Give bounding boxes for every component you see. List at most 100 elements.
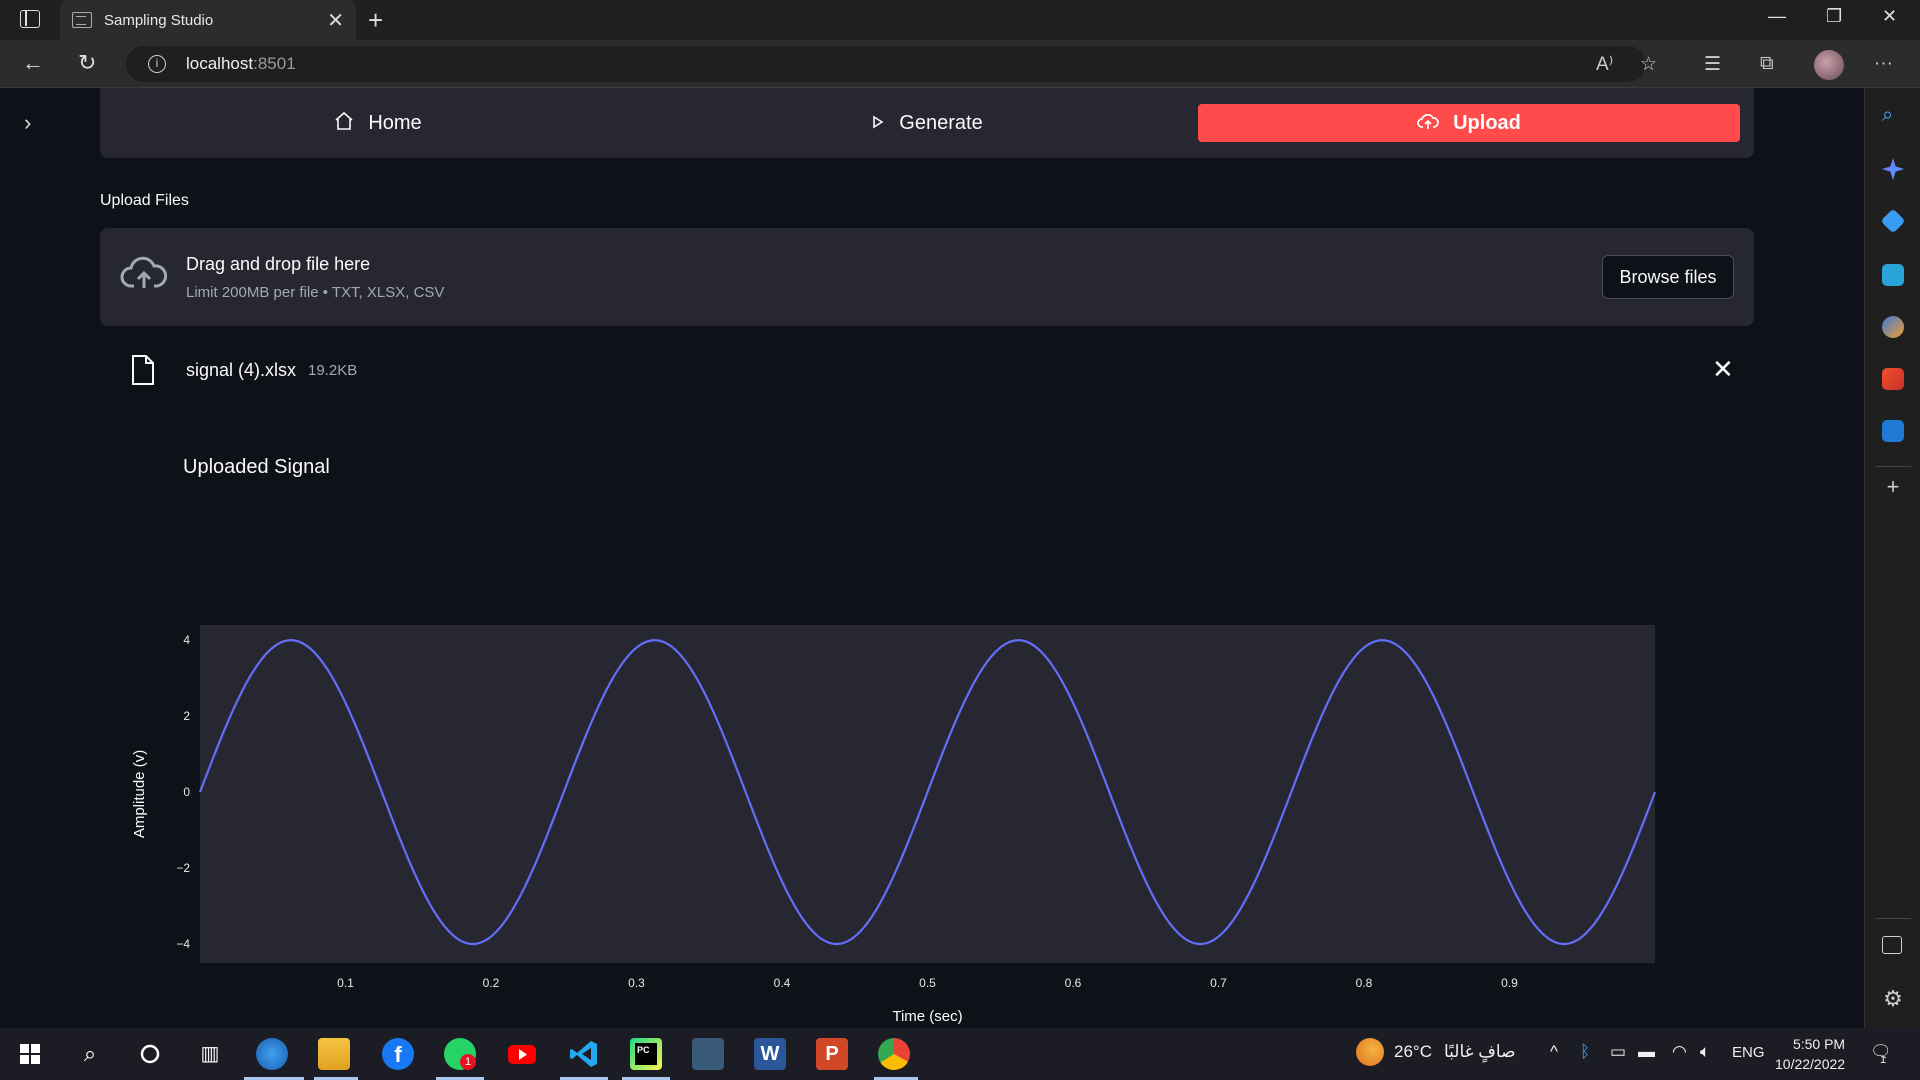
profile-avatar[interactable] [1814,50,1844,80]
office-icon[interactable] [1882,368,1904,390]
home-icon [334,111,354,136]
add-favorite-icon[interactable]: ☆ [1640,53,1657,76]
tab-favicon-icon [72,12,92,28]
minimize-icon[interactable]: — [1768,6,1786,27]
youtube-icon[interactable] [506,1038,538,1070]
edge-icon[interactable] [256,1038,288,1070]
nav-generate-label: Generate [899,111,983,134]
x-tick-label: 0.8 [1356,976,1373,990]
task-view-icon[interactable]: ▥ [194,1038,226,1070]
browse-files-button[interactable]: Browse files [1602,255,1734,299]
x-tick-label: 0.2 [483,976,500,990]
sidebar-expand-icon[interactable]: › [24,110,31,136]
url-port: :8501 [253,54,296,73]
more-menu-icon[interactable]: ··· [1874,53,1893,75]
x-tick-label: 0.4 [774,976,791,990]
edge-sidebar: ⌕ + ⚙ [1864,88,1920,1028]
x-tick-label: 0.3 [628,976,645,990]
windows-start-icon[interactable] [14,1038,46,1070]
search-icon[interactable]: ⌕ [74,1038,106,1070]
y-tick-label: −2 [176,861,190,875]
tray-chevron-icon[interactable]: ^ [1550,1042,1558,1062]
chrome-icon[interactable] [878,1038,910,1070]
refresh-icon[interactable]: ↻ [78,50,96,76]
remove-file-icon[interactable]: ✕ [1712,354,1734,385]
whatsapp-icon[interactable]: 1 [444,1038,476,1070]
games-icon[interactable] [1882,316,1904,338]
dropzone-limit-text: Limit 200MB per file • TXT, XLSX, CSV [186,284,445,301]
sidebar-divider [1875,466,1911,467]
y-tick-label: 4 [183,633,190,647]
restore-icon[interactable]: ❐ [1826,6,1842,27]
bluetooth-icon[interactable]: ᛒ [1580,1042,1590,1062]
file-name: signal (4).xlsx [186,360,297,380]
nav-generate[interactable]: Generate [656,104,1198,142]
chart-svg: −4 −2 0 2 4 0.1 0.2 0.3 0.4 0.5 0.6 0.7 0.8 0.9 Time (… [131,625,1657,1025]
tab-actions-icon[interactable] [20,10,40,28]
back-icon[interactable]: ← [22,50,44,76]
snipping-tool-icon[interactable] [692,1038,724,1070]
x-tick-label: 0.1 [337,976,354,990]
x-axis-label: Time (sec) [892,1008,962,1025]
file-dropzone[interactable]: Drag and drop file here Limit 200MB per … [100,228,1754,326]
x-tick-label: 0.5 [919,976,936,990]
shopping-tag-icon[interactable] [1880,208,1906,234]
browser-tab[interactable]: Sampling Studio ✕ [60,0,356,40]
site-info-icon[interactable]: i [148,55,166,73]
x-tick-label: 0.9 [1501,976,1518,990]
address-bar-row: ← ↻ i localhost:8501 A⁾ ☆ ☰ ⧉ ··· [0,40,1920,88]
file-size: 19.2KB [308,362,358,379]
pycharm-icon[interactable]: PC [630,1038,662,1070]
battery-icon[interactable]: ▬ [1638,1042,1655,1062]
add-icon[interactable]: + [1882,476,1904,498]
discover-icon[interactable] [1882,158,1904,180]
clock[interactable]: 5:50 PM 10/22/2022 [1775,1034,1845,1074]
weather-temp[interactable]: 26°C [1394,1042,1432,1062]
file-explorer-icon[interactable] [318,1038,350,1070]
gear-icon[interactable]: ⚙ [1882,988,1904,1010]
notification-icon[interactable]: 🗨︎ 1 [1870,1042,1892,1066]
outlook-icon[interactable] [1882,420,1904,442]
cloud-upload-icon [1417,112,1439,135]
nav-upload[interactable]: Upload [1198,104,1740,142]
vscode-icon[interactable] [568,1038,600,1070]
hide-sidebar-icon[interactable] [1882,936,1902,954]
y-axis-label: Amplitude (v) [131,750,148,838]
y-tick-label: 0 [183,785,190,799]
url-field[interactable]: i localhost:8501 [126,46,1646,82]
weather-text[interactable]: صافٍ غالبًا [1444,1042,1516,1062]
tools-briefcase-icon[interactable] [1882,264,1904,286]
volume-icon[interactable]: 🔈︎ [1700,1042,1710,1062]
collections-icon[interactable]: ⧉ [1760,53,1774,75]
language-indicator[interactable]: ENG [1732,1044,1765,1061]
uploaded-file-row: signal (4).xlsx 19.2KB ✕ [100,344,1754,396]
tab-title: Sampling Studio [104,11,214,29]
facebook-icon[interactable]: f [382,1038,414,1070]
nav-upload-label: Upload [1453,111,1521,134]
weather-icon[interactable] [1356,1038,1384,1066]
pycharm-label: PC [635,1043,657,1065]
url-host: localhost [186,54,254,73]
search-icon[interactable]: ⌕ [1882,104,1904,126]
dropzone-title: Drag and drop file here [186,254,371,274]
read-aloud-icon[interactable]: A⁾ [1596,53,1613,76]
tab-close-icon[interactable]: ✕ [327,8,344,33]
nav-home[interactable]: Home [100,104,656,142]
new-tab-icon[interactable]: + [368,6,383,34]
x-tick-label: 0.7 [1210,976,1227,990]
y-tick-label: −4 [176,937,190,951]
option-menu: Home Generate Upload [100,88,1754,158]
wifi-icon[interactable]: ◠ [1672,1042,1687,1062]
favorites-icon[interactable]: ☰ [1704,53,1721,76]
meet-now-icon[interactable]: ▭ [1610,1042,1626,1062]
powerpoint-icon[interactable]: P [816,1038,848,1070]
cloud-upload-icon [120,256,168,297]
word-icon[interactable]: W [754,1038,786,1070]
clock-time: 5:50 PM [1792,1036,1846,1052]
file-icon [130,354,156,391]
close-window-icon[interactable]: ✕ [1882,6,1897,27]
signal-chart: −4 −2 0 2 4 0.1 0.2 0.3 0.4 0.5 0.6 0.7 0.8 0.9 Time (… [100,448,1754,1028]
app-main: › Home Generate Upload Upload Files Drag… [0,88,1864,1028]
y-tick-label: 2 [183,709,190,723]
cortana-icon[interactable] [134,1038,166,1070]
